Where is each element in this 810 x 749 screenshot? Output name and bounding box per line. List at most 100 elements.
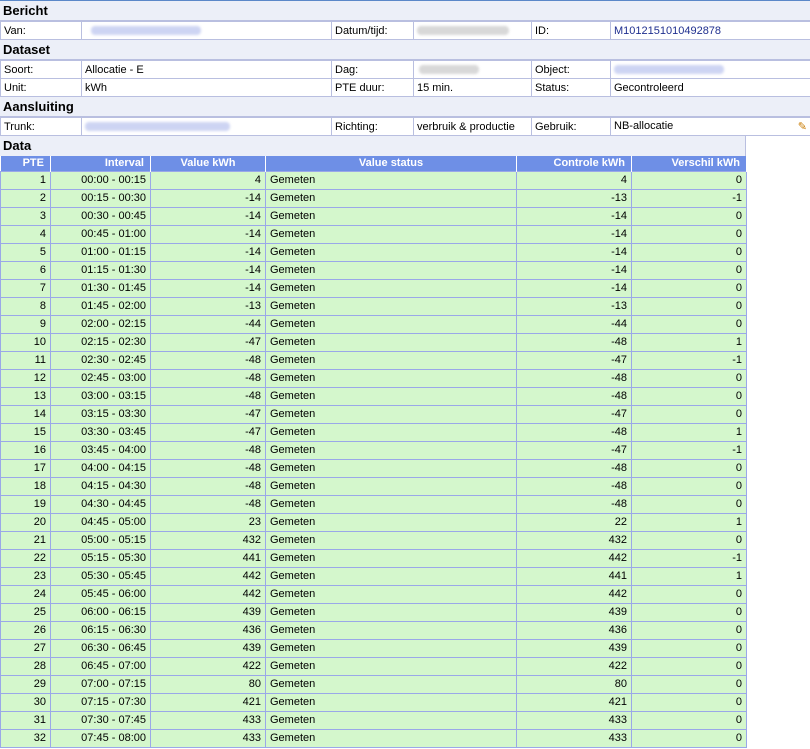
cell-interval: 00:30 - 00:45 bbox=[50, 206, 151, 226]
cell-verschil: 0 bbox=[631, 530, 747, 550]
cell-verschil: 1 bbox=[631, 512, 747, 532]
cell-status: Gemeten bbox=[265, 476, 517, 496]
cell-interval: 03:15 - 03:30 bbox=[50, 404, 151, 424]
cell-interval: 06:30 - 06:45 bbox=[50, 638, 151, 658]
cell-interval: 02:30 - 02:45 bbox=[50, 350, 151, 370]
cell-value: 442 bbox=[150, 584, 266, 604]
cell-controle: -47 bbox=[516, 350, 632, 370]
van-value bbox=[81, 21, 332, 40]
cell-status: Gemeten bbox=[265, 620, 517, 640]
cell-interval: 02:15 - 02:30 bbox=[50, 332, 151, 352]
cell-interval: 02:00 - 02:15 bbox=[50, 314, 151, 334]
cell-status: Gemeten bbox=[265, 170, 517, 190]
cell-status: Gemeten bbox=[265, 206, 517, 226]
id-label: ID: bbox=[531, 21, 611, 40]
cell-status: Gemeten bbox=[265, 278, 517, 298]
richting-label: Richting: bbox=[331, 117, 414, 136]
cell-pte: 9 bbox=[0, 314, 51, 334]
datum-value bbox=[413, 21, 532, 40]
cell-pte: 27 bbox=[0, 638, 51, 658]
cell-status: Gemeten bbox=[265, 314, 517, 334]
cell-verschil: -1 bbox=[631, 188, 747, 208]
cell-controle: 442 bbox=[516, 548, 632, 568]
cell-verschil: 0 bbox=[631, 692, 747, 712]
cell-status: Gemeten bbox=[265, 494, 517, 514]
cell-status: Gemeten bbox=[265, 674, 517, 694]
cell-verschil: 0 bbox=[631, 674, 747, 694]
cell-verschil: 0 bbox=[631, 368, 747, 388]
cell-pte: 6 bbox=[0, 260, 51, 280]
table-row: 5 01:00 - 01:15 -14 Gemeten -14 0 bbox=[0, 242, 747, 262]
col-controle-header: Controle kWh bbox=[516, 156, 632, 171]
cell-controle: -47 bbox=[516, 404, 632, 424]
cell-value: -47 bbox=[150, 332, 266, 352]
cell-pte: 10 bbox=[0, 332, 51, 352]
cell-verschil: 0 bbox=[631, 584, 747, 604]
table-row: 30 07:15 - 07:30 421 Gemeten 421 0 bbox=[0, 692, 747, 712]
cell-controle: 441 bbox=[516, 566, 632, 586]
cell-verschil: 0 bbox=[631, 278, 747, 298]
cell-status: Gemeten bbox=[265, 386, 517, 406]
unit-value: kWh bbox=[81, 78, 332, 97]
cell-pte: 12 bbox=[0, 368, 51, 388]
cell-pte: 18 bbox=[0, 476, 51, 496]
cell-controle: -14 bbox=[516, 260, 632, 280]
table-row: 17 04:00 - 04:15 -48 Gemeten -48 0 bbox=[0, 458, 747, 478]
table-row: 28 06:45 - 07:00 422 Gemeten 422 0 bbox=[0, 656, 747, 676]
cell-status: Gemeten bbox=[265, 584, 517, 604]
table-row: 16 03:45 - 04:00 -48 Gemeten -47 -1 bbox=[0, 440, 747, 460]
cell-status: Gemeten bbox=[265, 458, 517, 478]
table-row: 19 04:30 - 04:45 -48 Gemeten -48 0 bbox=[0, 494, 747, 514]
cell-interval: 01:45 - 02:00 bbox=[50, 296, 151, 316]
cell-verschil: -1 bbox=[631, 548, 747, 568]
cell-value: -44 bbox=[150, 314, 266, 334]
cell-verschil: 0 bbox=[631, 494, 747, 514]
data-table-body: 1 00:00 - 00:15 4 Gemeten 4 0 2 00:15 - 00:30 -1… bbox=[0, 170, 747, 748]
cell-verschil: 0 bbox=[631, 638, 747, 658]
cell-controle: 433 bbox=[516, 710, 632, 730]
cell-value: -48 bbox=[150, 386, 266, 406]
cell-interval: 00:00 - 00:15 bbox=[50, 170, 151, 190]
data-table: PTE Interval Value kWh Value status Cont… bbox=[0, 156, 747, 748]
table-row: 8 01:45 - 02:00 -13 Gemeten -13 0 bbox=[0, 296, 747, 316]
col-status-header: Value status bbox=[265, 156, 517, 171]
table-row: 21 05:00 - 05:15 432 Gemeten 432 0 bbox=[0, 530, 747, 550]
dag-label: Dag: bbox=[331, 60, 414, 79]
cell-controle: 421 bbox=[516, 692, 632, 712]
cell-value: 23 bbox=[150, 512, 266, 532]
table-row: 29 07:00 - 07:15 80 Gemeten 80 0 bbox=[0, 674, 747, 694]
cell-verschil: 1 bbox=[631, 332, 747, 352]
cell-controle: -48 bbox=[516, 476, 632, 496]
cell-pte: 17 bbox=[0, 458, 51, 478]
cell-interval: 04:45 - 05:00 bbox=[50, 512, 151, 532]
cell-verschil: 0 bbox=[631, 314, 747, 334]
table-row: 31 07:30 - 07:45 433 Gemeten 433 0 bbox=[0, 710, 747, 730]
cell-verschil: 0 bbox=[631, 386, 747, 406]
col-pte-header: PTE bbox=[0, 156, 51, 171]
cell-pte: 14 bbox=[0, 404, 51, 424]
cell-controle: -13 bbox=[516, 296, 632, 316]
cell-status: Gemeten bbox=[265, 638, 517, 658]
cell-value: -14 bbox=[150, 188, 266, 208]
cell-verschil: 0 bbox=[631, 476, 747, 496]
cell-verschil: -1 bbox=[631, 440, 747, 460]
cell-value: -48 bbox=[150, 494, 266, 514]
cell-pte: 13 bbox=[0, 386, 51, 406]
cell-verschil: 0 bbox=[631, 602, 747, 622]
cell-interval: 03:30 - 03:45 bbox=[50, 422, 151, 442]
cell-controle: -48 bbox=[516, 386, 632, 406]
object-value bbox=[610, 60, 810, 79]
table-row: 32 07:45 - 08:00 433 Gemeten 433 0 bbox=[0, 728, 747, 748]
cell-verschil: 1 bbox=[631, 422, 747, 442]
cell-status: Gemeten bbox=[265, 224, 517, 244]
table-row: 9 02:00 - 02:15 -44 Gemeten -44 0 bbox=[0, 314, 747, 334]
pencil-icon[interactable]: ✎ bbox=[798, 120, 807, 133]
cell-controle: -48 bbox=[516, 422, 632, 442]
cell-controle: -48 bbox=[516, 368, 632, 388]
cell-status: Gemeten bbox=[265, 260, 517, 280]
col-interval-header: Interval bbox=[50, 156, 151, 171]
cell-verschil: 0 bbox=[631, 620, 747, 640]
cell-pte: 29 bbox=[0, 674, 51, 694]
gebruik-value: NB-allocatie bbox=[614, 120, 674, 132]
cell-status: Gemeten bbox=[265, 710, 517, 730]
